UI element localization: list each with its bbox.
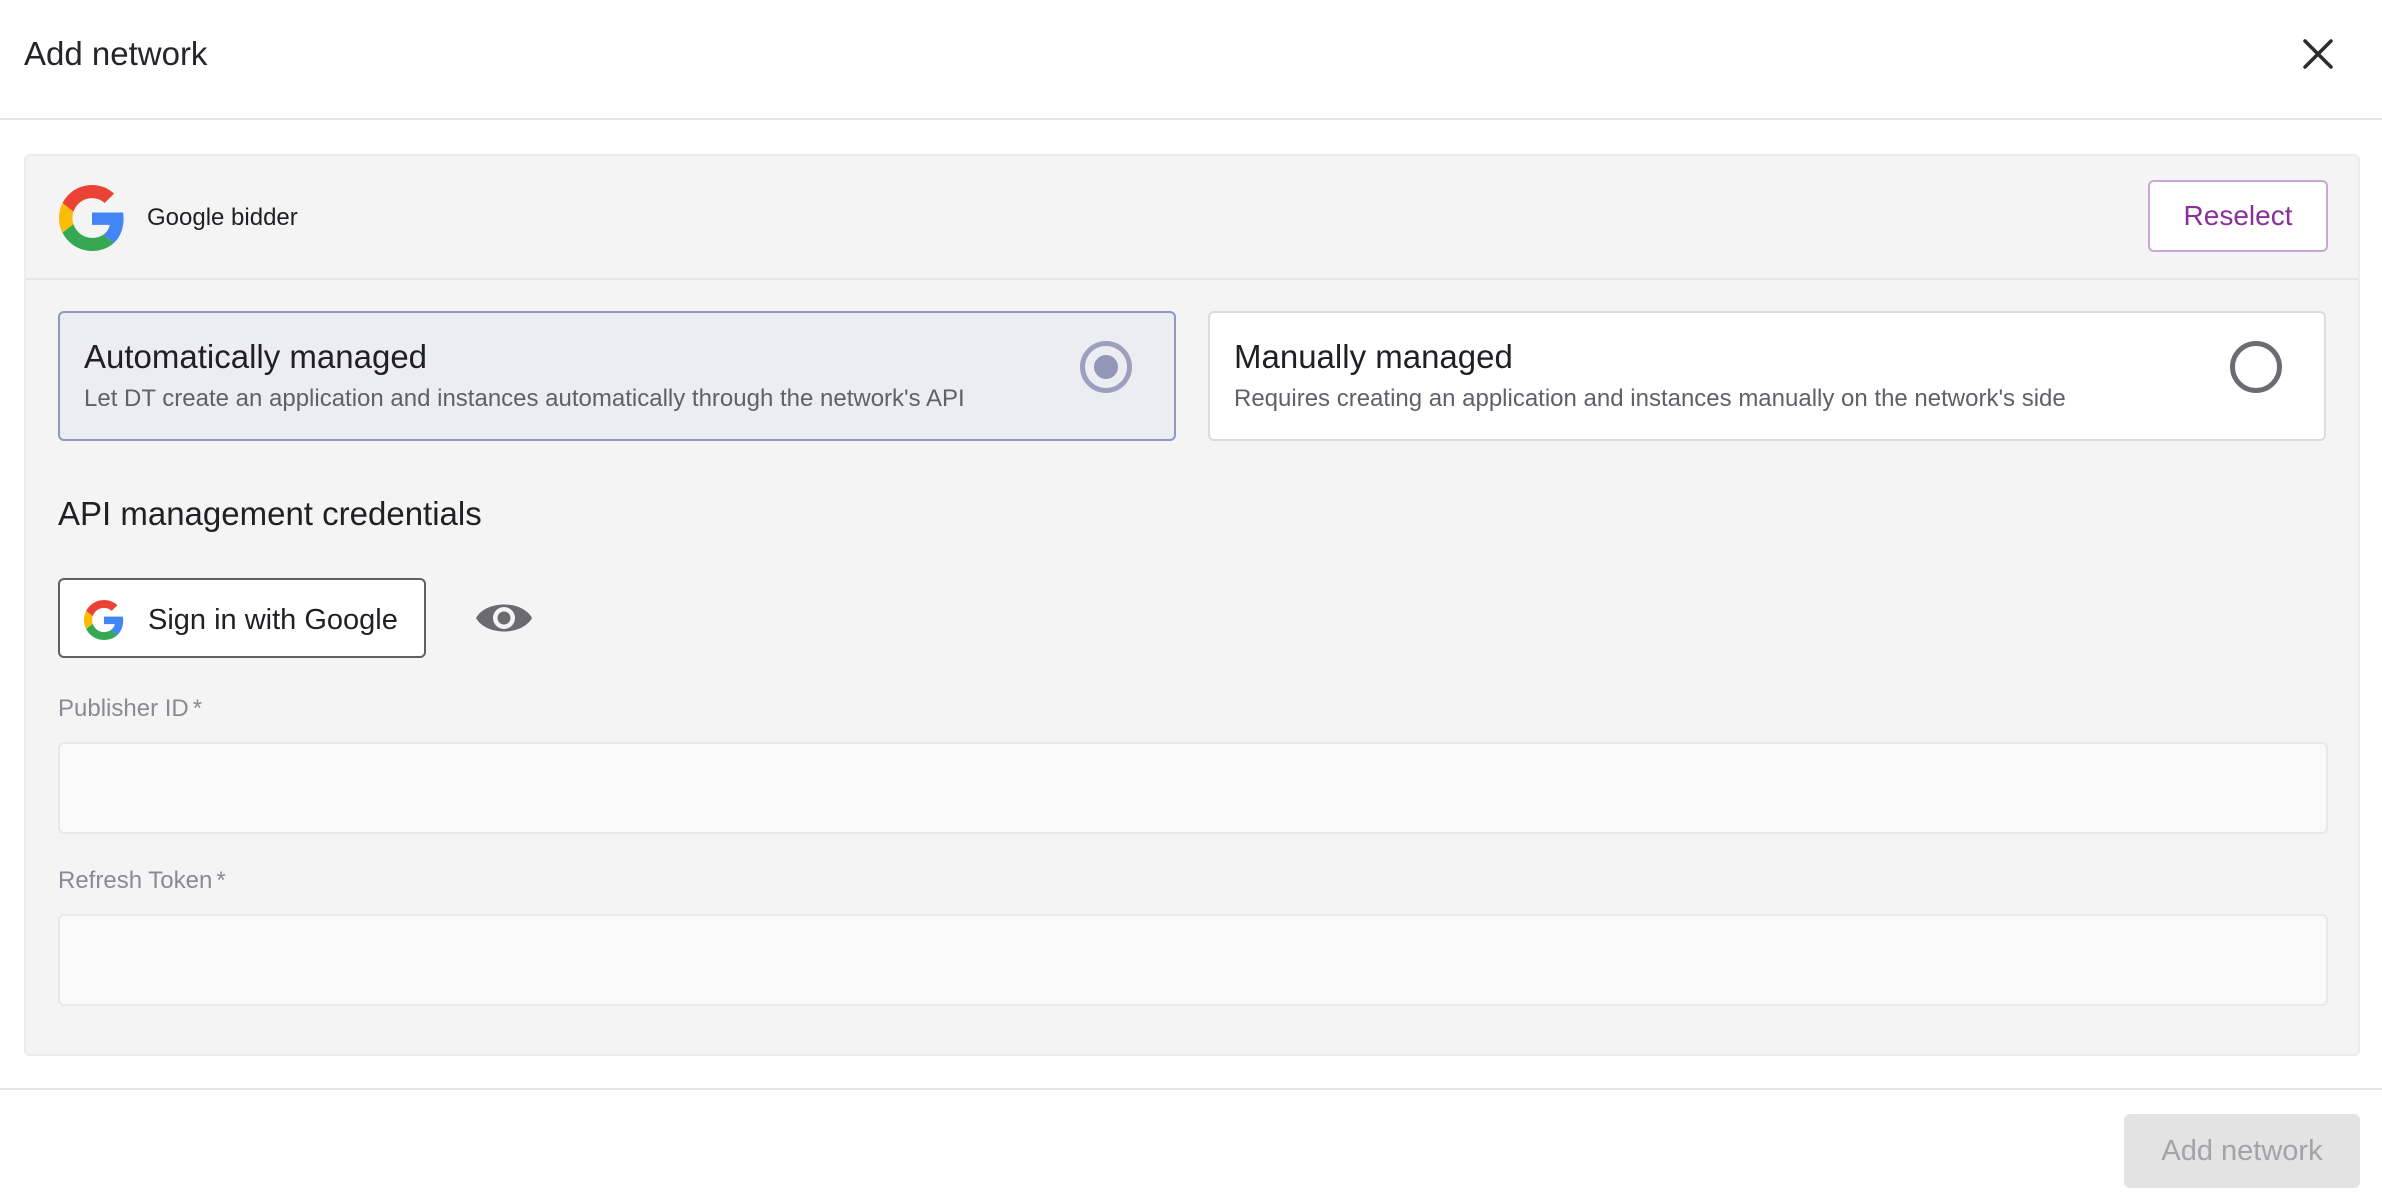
radio-selected[interactable] [1080,341,1132,393]
sign-in-with-google-button[interactable]: Sign in with Google [58,578,426,658]
dialog-header: Add network [0,0,2382,120]
refresh-token-label-text: Refresh Token [58,867,213,894]
publisher-id-input[interactable] [58,742,2328,834]
network-config-panel: Google bidder Reselect Automatically man… [24,154,2360,1056]
refresh-token-input[interactable] [58,914,2328,1006]
selected-network-row: Google bidder Reselect [26,156,2358,280]
option-description: Let DT create an application and instanc… [84,385,965,412]
required-mark: * [192,695,203,722]
publisher-id-label: Publisher ID * [58,693,202,725]
sign-in-label: Sign in with Google [148,604,398,636]
option-description: Requires creating an application and ins… [1234,385,2066,412]
toggle-visibility-button[interactable] [474,596,534,640]
add-network-dialog: Add network Google bidder Reselect Autom… [0,0,2382,1204]
add-network-button[interactable]: Add network [2124,1114,2360,1188]
reselect-button[interactable]: Reselect [2148,180,2328,252]
google-logo-icon [84,600,124,640]
option-automatically-managed[interactable]: Automatically managed Let DT create an a… [58,311,1176,441]
option-manually-managed[interactable]: Manually managed Requires creating an ap… [1208,311,2326,441]
close-button[interactable] [2296,32,2340,76]
network-name: Google bidder [147,204,298,231]
option-title: Automatically managed [84,338,428,375]
radio-unselected[interactable] [2230,341,2282,393]
close-icon [2303,39,2333,69]
refresh-token-label: Refresh Token * [58,865,226,897]
credentials-section-title: API management credentials [58,495,482,532]
dialog-title: Add network [24,35,208,72]
eye-icon [476,604,532,632]
option-title: Manually managed [1234,338,1513,375]
google-logo-icon [59,185,124,251]
publisher-id-label-text: Publisher ID [58,695,189,722]
required-mark: * [216,867,226,894]
footer-divider [0,1088,2382,1090]
